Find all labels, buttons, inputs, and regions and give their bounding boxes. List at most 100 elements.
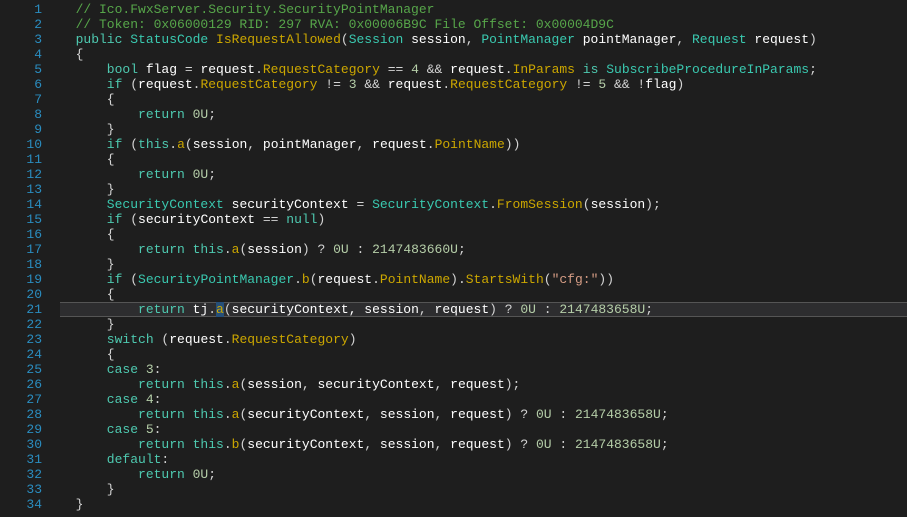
token-kw: return — [60, 107, 193, 122]
code-line: { — [60, 287, 907, 302]
token-op: ( — [310, 272, 318, 287]
token-op: = — [177, 62, 200, 77]
token-num: 2147483660U — [372, 242, 458, 257]
token-op: , — [435, 437, 451, 452]
token-pl: session — [411, 32, 466, 47]
token-kw: this — [193, 407, 224, 422]
token-op: ) — [349, 332, 357, 347]
token-op: ( — [130, 212, 138, 227]
code-line: if (SecurityPointManager.b(request.Point… — [60, 272, 907, 287]
token-op: , — [676, 32, 692, 47]
line-number: 34 — [0, 497, 42, 512]
token-kw: is — [575, 62, 606, 77]
token-kw: return — [60, 437, 193, 452]
line-number: 29 — [0, 422, 42, 437]
token-mtd: b — [302, 272, 310, 287]
code-line: { — [60, 92, 907, 107]
token-op: ( — [130, 77, 138, 92]
token-kw: if — [60, 137, 130, 152]
token-op: . — [489, 197, 497, 212]
line-number: 26 — [0, 377, 42, 392]
token-pl: securityContext — [247, 407, 364, 422]
token-kw: public — [60, 32, 130, 47]
token-op: . — [372, 272, 380, 287]
token-pl: session — [247, 377, 302, 392]
code-line: return this.a(session) ? 0U : 2147483660… — [60, 242, 907, 257]
token-op: { — [60, 92, 115, 107]
token-num: 2147483658U — [575, 437, 661, 452]
token-op: } — [60, 317, 115, 332]
code-line: // Ico.FwxServer.Security.SecurityPointM… — [60, 2, 907, 17]
code-line: return this.a(session, securityContext, … — [60, 377, 907, 392]
token-kw: if — [60, 272, 130, 287]
code-line: bool flag = request.RequestCategory == 4… — [60, 62, 907, 77]
token-op: ( — [341, 32, 349, 47]
code-line: SecurityContext securityContext = Securi… — [60, 197, 907, 212]
code-line: case 3: — [60, 362, 907, 377]
token-num: 4 — [411, 62, 419, 77]
token-kw: if — [60, 212, 130, 227]
token-kw: return — [60, 302, 193, 317]
token-op: ( — [583, 197, 591, 212]
token-op: )) — [598, 272, 614, 287]
line-number: 12 — [0, 167, 42, 182]
token-cm: // Ico.FwxServer.Security.SecurityPointM… — [60, 2, 434, 17]
token-pl: session — [364, 302, 419, 317]
code-area[interactable]: // Ico.FwxServer.Security.SecurityPointM… — [60, 0, 907, 517]
line-number: 21 — [0, 302, 42, 317]
token-op: , — [435, 377, 451, 392]
token-op: ( — [185, 137, 193, 152]
token-pl: securityContext — [247, 437, 364, 452]
token-ty: Request — [692, 32, 754, 47]
line-number: 33 — [0, 482, 42, 497]
token-op: { — [60, 347, 115, 362]
token-kw: case — [60, 422, 146, 437]
token-op: : — [552, 407, 575, 422]
token-pl: request — [318, 272, 373, 287]
token-num: 0U — [520, 302, 536, 317]
token-kw: case — [60, 392, 146, 407]
token-mtd: IsRequestAllowed — [216, 32, 341, 47]
token-op: { — [60, 47, 83, 62]
code-editor: 1234567891011121314151617181920212223242… — [0, 0, 907, 517]
token-pl: securityContext, — [232, 302, 365, 317]
code-line: if (request.RequestCategory != 3 && requ… — [60, 77, 907, 92]
token-pl: flag — [645, 77, 676, 92]
token-op: } — [60, 482, 115, 497]
token-op: , — [364, 437, 380, 452]
token-op: . — [255, 62, 263, 77]
token-ty: PointManager — [481, 32, 582, 47]
token-num: 0U — [193, 167, 209, 182]
token-op: ; — [208, 467, 216, 482]
token-kw: return — [60, 377, 193, 392]
token-pl: flag — [146, 62, 177, 77]
line-number: 6 — [0, 77, 42, 92]
token-op: ; — [661, 407, 669, 422]
token-ty: Session — [349, 32, 411, 47]
token-pl: request — [388, 77, 443, 92]
token-num: 3 — [146, 362, 154, 377]
token-prop: PointName — [380, 272, 450, 287]
code-line: { — [60, 227, 907, 242]
code-line: { — [60, 47, 907, 62]
token-op: { — [60, 227, 115, 242]
line-number: 18 — [0, 257, 42, 272]
token-kw: return — [60, 467, 193, 482]
token-prop: RequestCategory — [263, 62, 380, 77]
token-op: ) ? — [489, 302, 520, 317]
line-number: 28 — [0, 407, 42, 422]
token-op: && ! — [606, 77, 645, 92]
line-number: 7 — [0, 92, 42, 107]
code-line: public StatusCode IsRequestAllowed(Sessi… — [60, 32, 907, 47]
token-op: , — [435, 407, 451, 422]
token-pl: session — [193, 137, 248, 152]
token-num: 2147483658U — [575, 407, 661, 422]
code-line: { — [60, 152, 907, 167]
token-op: ( — [130, 272, 138, 287]
token-op: . — [442, 77, 450, 92]
token-op: } — [60, 122, 115, 137]
token-pl: session — [591, 197, 646, 212]
token-pl: request — [450, 62, 505, 77]
line-number: 4 — [0, 47, 42, 62]
code-line: switch (request.RequestCategory) — [60, 332, 907, 347]
